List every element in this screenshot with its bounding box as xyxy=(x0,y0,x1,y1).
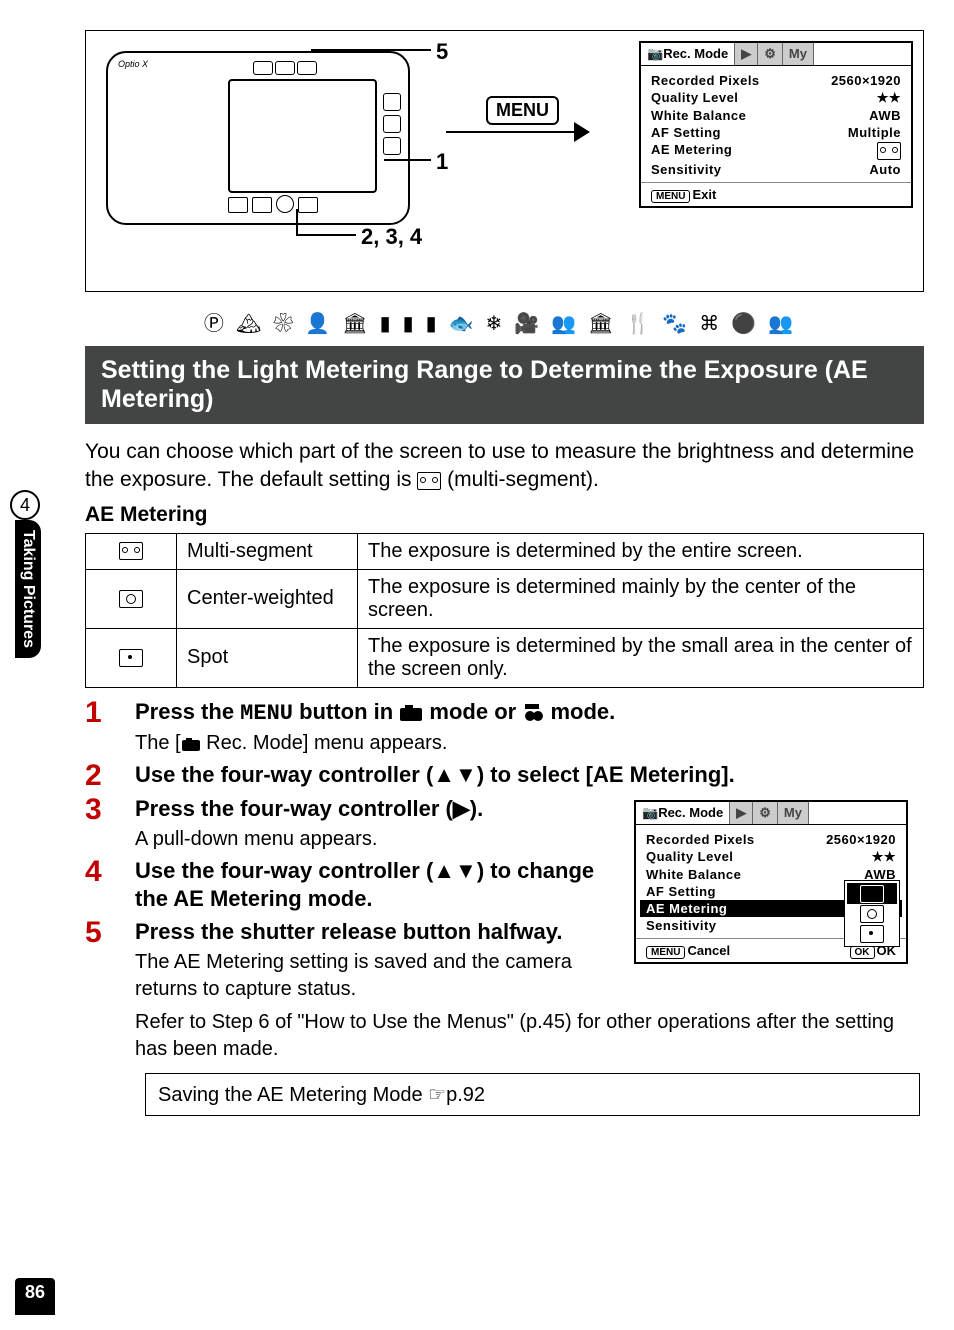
lcd-rec-mode-menu: 📷Rec. Mode ▶ ⚙ My Recorded Pixels2560×19… xyxy=(639,41,913,208)
step-number-4: 4 xyxy=(85,857,135,887)
table-row: Center-weighted The exposure is determin… xyxy=(86,569,924,628)
step-5-title: Press the shutter release button halfway… xyxy=(135,918,624,947)
section-heading: Setting the Light Metering Range to Dete… xyxy=(85,346,924,424)
mode-icon: ⌘ xyxy=(699,313,731,335)
step-2-title: Use the four-way controller (▲▼) to sele… xyxy=(135,761,924,790)
movie-mode-icon xyxy=(522,702,544,722)
mode-icon: 🏛 xyxy=(342,313,379,335)
multi-segment-icon xyxy=(119,542,143,560)
mode-icon-row: Ⓟ🏔❀👤🏛▮▮▮🐟❄🎥👥🏛🍴🐾⌘⚫👥 xyxy=(85,307,924,336)
ae-metering-table: Multi-segment The exposure is determined… xyxy=(85,533,924,688)
callout-5: 5 xyxy=(436,39,448,65)
mode-icon: 👥 xyxy=(551,313,588,335)
step-number-5: 5 xyxy=(85,918,135,948)
camera-mode-icon xyxy=(181,737,201,752)
step-3-text: A pull-down menu appears. xyxy=(135,826,624,853)
mode-icon: ▮▮▮ xyxy=(380,313,449,335)
mode-icon: 👤 xyxy=(305,313,342,335)
camera-mode-icon xyxy=(399,704,423,722)
step-number-1: 1 xyxy=(85,698,135,728)
lcd-tab-rec-mode: 📷Rec. Mode xyxy=(636,802,730,824)
mode-icon: 🍴 xyxy=(625,313,662,335)
step-number-2: 2 xyxy=(85,761,135,791)
spot-icon xyxy=(119,649,143,667)
mode-icon: 👥 xyxy=(768,313,805,335)
lcd-tab-rec-mode: 📷Rec. Mode xyxy=(641,43,735,65)
mode-icon: Ⓟ xyxy=(204,313,236,335)
mode-icon: 🏔 xyxy=(236,313,273,335)
chapter-number: 4 xyxy=(10,490,40,520)
mode-icon: 🎥 xyxy=(514,313,551,335)
center-weighted-icon xyxy=(119,590,143,608)
camera-bottom-buttons xyxy=(228,195,322,218)
multi-segment-icon xyxy=(860,885,884,903)
camera-outline xyxy=(106,51,410,225)
side-tab-label: Taking Pictures xyxy=(15,520,41,658)
callout-234: 2, 3, 4 xyxy=(361,224,422,250)
reference-box: Saving the AE Metering Mode ☞p.92 xyxy=(145,1073,920,1116)
arrow-to-menu: MENU xyxy=(446,106,626,166)
camera-diagram-box: 5 1 2, 3, 4 MENU 📷Rec. Mode ▶ ⚙ My Recor… xyxy=(85,30,924,292)
lcd-ae-pulldown: 📷Rec. Mode ▶ ⚙ My Recorded Pixels2560×19… xyxy=(634,800,908,964)
mode-icon: ⚫ xyxy=(731,313,768,335)
mode-icon: ❀ xyxy=(273,313,305,335)
lcd-tab-playback: ▶ xyxy=(730,802,753,824)
table-row: Multi-segment The exposure is determined… xyxy=(86,533,924,569)
camera-right-buttons xyxy=(383,93,403,159)
multi-segment-icon xyxy=(417,472,441,490)
step-number-3: 3 xyxy=(85,795,135,825)
mode-icon: 🐾 xyxy=(662,313,699,335)
intro-paragraph: You can choose which part of the screen … xyxy=(85,438,924,495)
mode-icon: 🏛 xyxy=(588,313,625,335)
camera-lcd xyxy=(228,79,377,193)
step-1-text: The [ Rec. Mode] menu appears. xyxy=(135,730,924,757)
mode-icon: ❄ xyxy=(486,313,515,335)
page-number: 86 xyxy=(15,1278,55,1315)
lcd-tab-setup: ⚙ xyxy=(753,802,778,824)
ae-metering-subhead: AE Metering xyxy=(85,503,924,527)
step-4-title: Use the four-way controller (▲▼) to chan… xyxy=(135,857,624,914)
step-1-title: Press the MENU button in mode or mode. xyxy=(135,698,924,729)
lcd-tab-setup: ⚙ xyxy=(758,43,783,65)
camera-top-buttons xyxy=(253,61,319,80)
spot-icon xyxy=(860,925,884,943)
step-3-title: Press the four-way controller (▶). xyxy=(135,795,624,824)
step-5-text-1: The AE Metering setting is saved and the… xyxy=(135,949,624,1003)
menu-button-label: MENU xyxy=(486,96,559,125)
lcd-tab-my: My xyxy=(783,43,814,65)
ae-pulldown[interactable] xyxy=(844,880,900,947)
center-weighted-icon xyxy=(860,905,884,923)
table-row: Spot The exposure is determined by the s… xyxy=(86,628,924,687)
mode-icon: 🐟 xyxy=(449,313,486,335)
step-5-text-2: Refer to Step 6 of "How to Use the Menus… xyxy=(135,1009,924,1063)
lcd-tab-playback: ▶ xyxy=(735,43,758,65)
lcd-tab-my: My xyxy=(778,802,809,824)
